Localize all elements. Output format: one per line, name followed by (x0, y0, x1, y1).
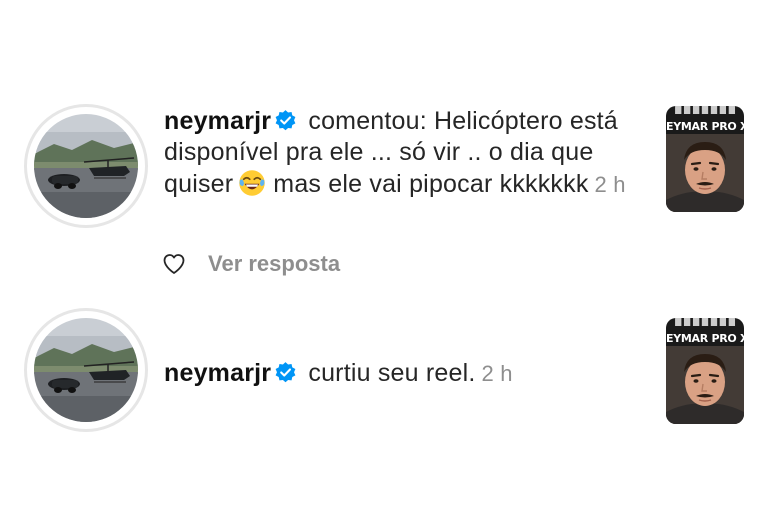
view-replies-button[interactable]: Ver resposta (208, 251, 340, 277)
timestamp: 2 h (481, 361, 513, 386)
verified-badge-icon (275, 362, 296, 383)
avatar-photo (34, 114, 138, 218)
avatar-photo (34, 318, 138, 422)
helicopter-photo-icon (34, 318, 138, 422)
thumbnail-caption: EYMAR PRO X1 (666, 332, 744, 345)
reel-thumbnail[interactable]: █ █ █ █ █ █ █ EYMAR PRO X1 (666, 318, 744, 424)
face-with-tears-of-joy-icon (239, 170, 266, 196)
person-face-icon (666, 134, 744, 212)
thumbnail-caption: EYMAR PRO X1 (666, 120, 744, 133)
comment-text-suffix: mas ele vai pipocar kkkkkkk (273, 170, 589, 198)
timestamp: 2 h (594, 172, 626, 197)
avatar[interactable] (24, 308, 148, 432)
comment-actions: Ver resposta (162, 248, 340, 280)
username[interactable]: neymarjr (164, 107, 271, 135)
username[interactable]: neymarjr (164, 359, 271, 387)
verified-badge-icon (275, 110, 296, 131)
notification-text: neymarjr comentou: Helicóptero está disp… (164, 106, 644, 200)
thumbnail-caption-top: █ █ █ █ █ █ █ (675, 106, 735, 114)
heart-icon[interactable] (162, 252, 186, 276)
like-text: curtiu seu reel. (301, 359, 476, 387)
thumbnail-caption-top: █ █ █ █ █ █ █ (675, 318, 735, 326)
reel-thumbnail[interactable]: █ █ █ █ █ █ █ EYMAR PRO X1 (666, 106, 744, 212)
person-face-icon (666, 346, 744, 424)
avatar[interactable] (24, 104, 148, 228)
notification-like[interactable]: neymarjr curtiu seu reel. 2 h █ █ █ █ █ █… (0, 308, 774, 438)
notification-text: neymarjr curtiu seu reel. 2 h (164, 358, 644, 389)
helicopter-photo-icon (34, 114, 138, 218)
notification-comment[interactable]: neymarjr comentou: Helicóptero está disp… (0, 100, 774, 290)
